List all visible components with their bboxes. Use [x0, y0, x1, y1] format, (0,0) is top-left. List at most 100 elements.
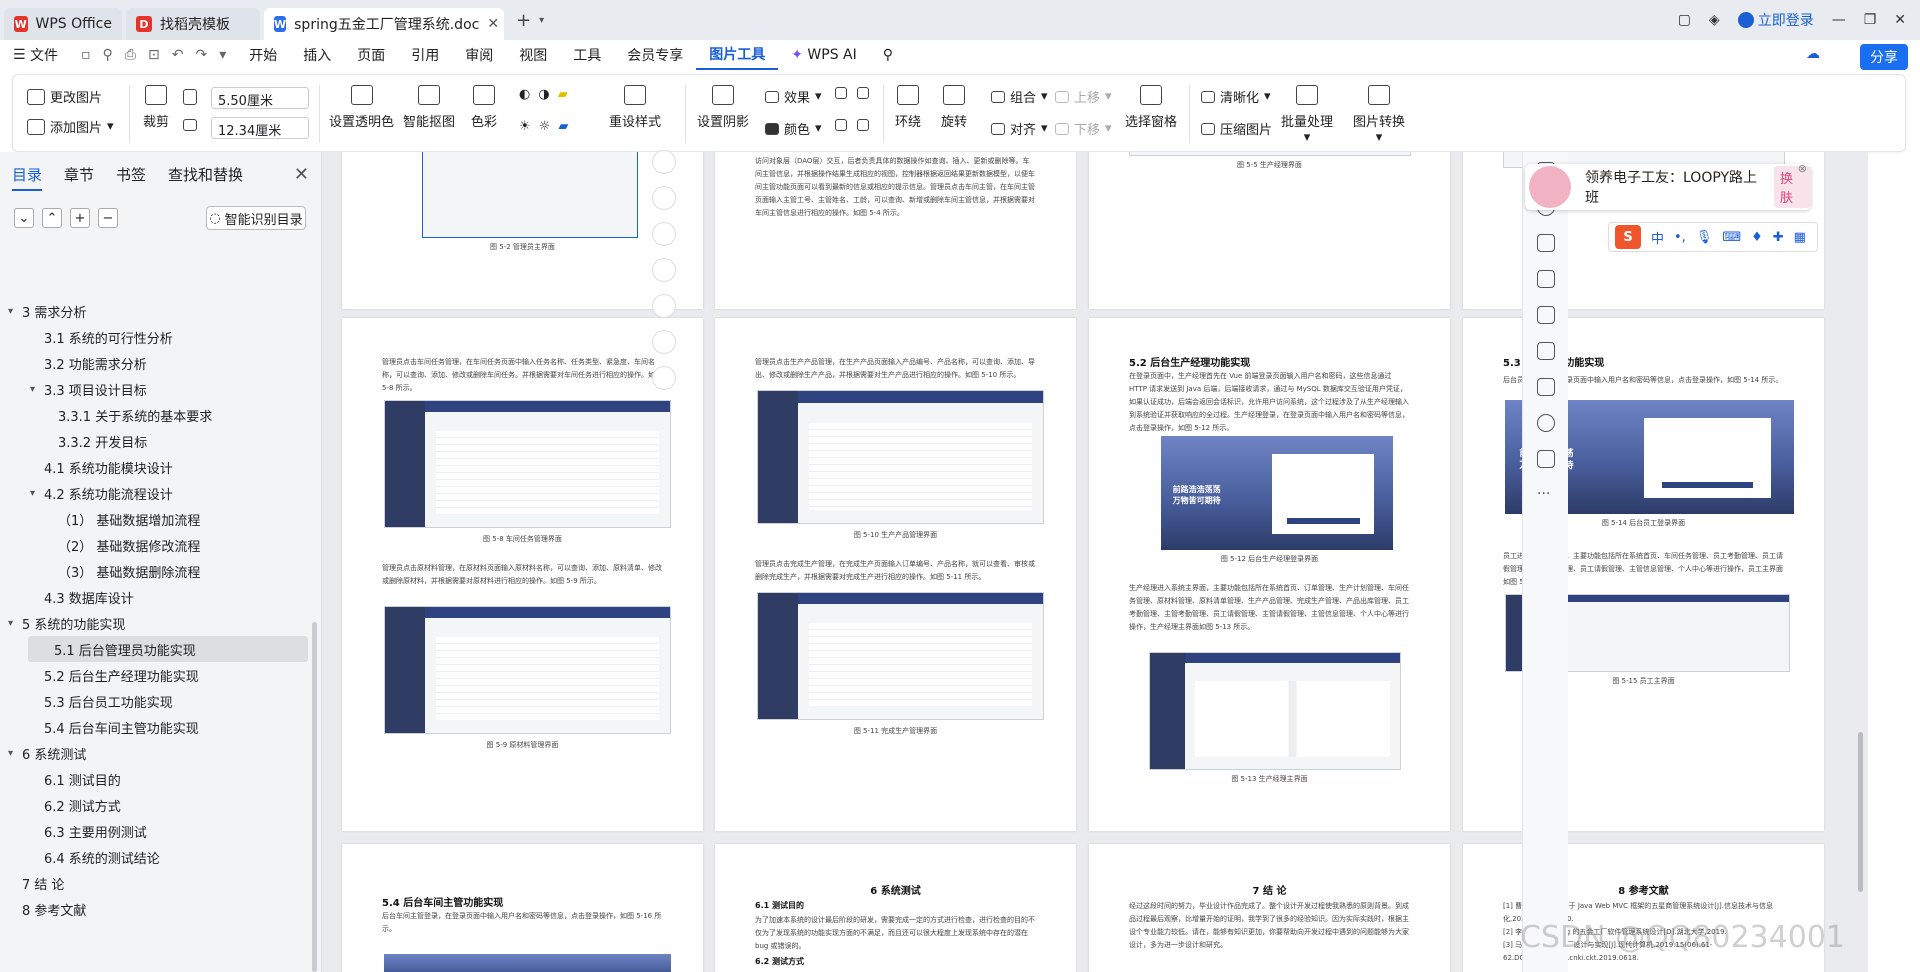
- add-heading-icon[interactable]: +: [70, 208, 90, 228]
- collapse-icon[interactable]: ⌄: [14, 208, 34, 228]
- ime-toolbar[interactable]: S 中 •, 🎙 ⌨ ♦ ✚ ▦: [1608, 222, 1818, 252]
- menu-picture-tools[interactable]: 图片工具: [696, 40, 779, 70]
- menu-member[interactable]: 会员专享: [614, 40, 696, 70]
- tab-wps-office[interactable]: W WPS Office: [4, 8, 122, 40]
- cube-icon[interactable]: [1537, 378, 1555, 396]
- toc-item[interactable]: ▾ 5 系统的功能实现: [0, 610, 308, 636]
- edit-icon[interactable]: [1537, 342, 1555, 360]
- expand-chevron-icon[interactable]: ▾: [8, 618, 22, 629]
- toc-item[interactable]: 6.3 主要用例测试: [0, 818, 308, 844]
- smart-toc-button[interactable]: ◌ 智能识别目录: [206, 206, 306, 230]
- compress-button[interactable]: 压缩图片: [1201, 119, 1272, 138]
- tab-list-chevron-icon[interactable]: ▾: [539, 15, 544, 26]
- preview-icon[interactable]: ⊡: [148, 47, 160, 63]
- toc-item[interactable]: ▾ 3 需求分析: [0, 298, 308, 324]
- toc-item[interactable]: ▾ 4.2 系统功能流程设计: [0, 480, 308, 506]
- crop-button[interactable]: 裁剪: [143, 85, 169, 130]
- rotate-tool-icon[interactable]: [652, 294, 676, 318]
- ocr-icon[interactable]: [652, 330, 676, 354]
- change-image-button[interactable]: 更改图片: [27, 87, 102, 106]
- toc-item[interactable]: 5.3 后台员工功能实现: [0, 688, 308, 714]
- crop-tool-icon[interactable]: [652, 222, 676, 246]
- brightness-group[interactable]: ◐ ◑ ▰: [519, 87, 568, 102]
- login-button[interactable]: 立即登录: [1737, 10, 1814, 30]
- expand-chevron-icon[interactable]: ▾: [30, 488, 44, 499]
- select-pane-button[interactable]: 选择窗格: [1125, 85, 1177, 130]
- set-transparent-button[interactable]: 设置透明色: [329, 85, 394, 130]
- align-button[interactable]: 对齐 ▾: [991, 119, 1048, 138]
- scroll-thumb[interactable]: [1858, 732, 1863, 892]
- grid-icon[interactable]: ▦: [1794, 230, 1806, 245]
- toc-item[interactable]: ▾ 3.3 项目设计目标: [0, 376, 308, 402]
- mic-icon[interactable]: 🎙: [1696, 230, 1713, 245]
- maximize-icon[interactable]: ❐: [1864, 12, 1877, 28]
- toc-item[interactable]: 4.1 系统功能模块设计: [0, 454, 308, 480]
- cube-icon[interactable]: ◈: [1709, 12, 1720, 28]
- tab-template[interactable]: D 找稻壳模板: [126, 8, 260, 40]
- undo-icon[interactable]: ↶: [172, 47, 184, 63]
- height-input[interactable]: 12.34厘米: [211, 117, 309, 139]
- toc-item[interactable]: 3.3.2 开发目标: [0, 428, 308, 454]
- skin-icon[interactable]: ♦: [1751, 230, 1763, 245]
- close-pane-icon[interactable]: ✕: [294, 164, 309, 185]
- punctuation-icon[interactable]: •,: [1674, 230, 1686, 245]
- group-button[interactable]: 组合 ▾: [991, 87, 1048, 106]
- ad-popup[interactable]: 领养电子工友：LOOPY路上班 换肤 ⊗: [1525, 162, 1811, 210]
- zoom-in-icon[interactable]: [652, 258, 676, 282]
- move-up-button[interactable]: 上移 ▾: [1055, 87, 1112, 106]
- search-icon[interactable]: ⚲: [870, 40, 906, 70]
- toc-item[interactable]: （1） 基础数据增加流程: [0, 506, 308, 532]
- file-menu[interactable]: ☰ 文件: [0, 40, 71, 70]
- more-icon[interactable]: ▾: [219, 47, 226, 63]
- wrap-button[interactable]: 环绕: [895, 85, 921, 130]
- color-button[interactable]: 色彩: [471, 85, 497, 130]
- more-options-icon[interactable]: [652, 366, 676, 390]
- menu-tools[interactable]: 工具: [560, 40, 614, 70]
- tab-bookmarks[interactable]: 书签: [116, 164, 146, 191]
- convert-button[interactable]: 图片转换 ▾: [1353, 85, 1405, 145]
- tab-toc[interactable]: 目录: [12, 164, 43, 191]
- add-tab-button[interactable]: +: [516, 10, 531, 31]
- close-tab-icon[interactable]: ✕: [487, 16, 499, 32]
- export-icon[interactable]: ⚲: [103, 47, 113, 63]
- tab-document[interactable]: W spring五金工厂管理系统.doc ✕: [264, 8, 504, 40]
- document-scrollbar[interactable]: [1856, 152, 1866, 972]
- navigate-icon[interactable]: [1537, 270, 1555, 288]
- cloud-icon[interactable]: ☁: [1806, 46, 1820, 62]
- arrange-group[interactable]: [835, 87, 869, 99]
- wps-ai-button[interactable]: ✦ WPS AI: [778, 40, 870, 70]
- menu-review[interactable]: 审阅: [452, 40, 506, 70]
- width-input[interactable]: 5.50厘米: [211, 87, 309, 109]
- add-image-button[interactable]: 添加图片 ▾: [27, 117, 114, 136]
- arrange-group-2[interactable]: [835, 119, 869, 131]
- remove-heading-icon[interactable]: −: [98, 208, 118, 228]
- toc-item[interactable]: 5.4 后台车间主管功能实现: [0, 714, 308, 740]
- zoom-out-icon[interactable]: [652, 150, 676, 174]
- batch-button[interactable]: 批量处理 ▾: [1281, 85, 1333, 145]
- toc-item[interactable]: 6.2 测试方式: [0, 792, 308, 818]
- ime-mode[interactable]: 中: [1651, 228, 1664, 247]
- toc-item[interactable]: 5.1 后台管理员功能实现: [28, 636, 308, 662]
- toc-item[interactable]: ▾ 6 系统测试: [0, 740, 308, 766]
- more-icon[interactable]: ···: [1537, 486, 1550, 502]
- toc-item[interactable]: 6.1 测试目的: [0, 766, 308, 792]
- toc-item[interactable]: 4.3 数据库设计: [0, 584, 308, 610]
- expand-icon[interactable]: ⌃: [42, 208, 62, 228]
- window-layout-icon[interactable]: ▢: [1678, 12, 1691, 28]
- menu-start[interactable]: 开始: [236, 40, 290, 70]
- toc-item[interactable]: （3） 基础数据删除流程: [0, 558, 308, 584]
- menu-page[interactable]: 页面: [344, 40, 398, 70]
- help-icon[interactable]: [1537, 414, 1555, 432]
- shadow-button[interactable]: 设置阴影: [697, 85, 749, 130]
- toc-item[interactable]: 7 结 论: [0, 870, 308, 896]
- save-icon[interactable]: ▫: [81, 47, 91, 63]
- toc-item[interactable]: 3.3.1 关于系统的基本要求: [0, 402, 308, 428]
- adjust-icon[interactable]: [1537, 306, 1555, 324]
- tab-find-replace[interactable]: 查找和替换: [168, 164, 243, 191]
- menu-view[interactable]: 视图: [506, 40, 560, 70]
- menu-references[interactable]: 引用: [398, 40, 452, 70]
- game-icon[interactable]: ✚: [1773, 230, 1784, 245]
- menu-insert[interactable]: 插入: [290, 40, 344, 70]
- close-ad-icon[interactable]: ⊗: [1798, 162, 1807, 175]
- close-window-icon[interactable]: ✕: [1894, 12, 1906, 28]
